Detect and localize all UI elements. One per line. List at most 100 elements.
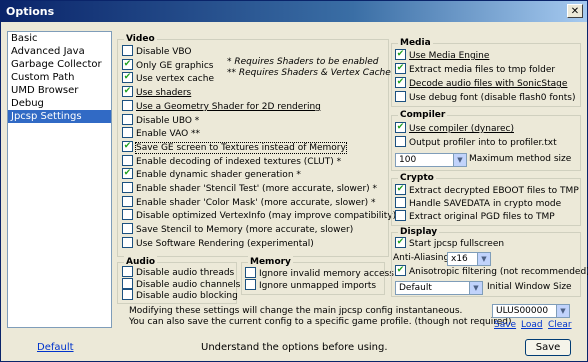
window-size-label: Initial Window Size bbox=[487, 282, 572, 292]
close-button[interactable]: ✕ bbox=[567, 4, 583, 18]
use-a-geometry-shader-for-2d-rendering-option[interactable]: Use a Geometry Shader for 2D rendering bbox=[122, 99, 321, 114]
checkbox[interactable] bbox=[395, 136, 406, 147]
close-icon: ✕ bbox=[570, 6, 580, 17]
checkbox[interactable] bbox=[122, 113, 133, 125]
sidebar-item-custom-path[interactable]: Custom Path bbox=[8, 71, 111, 84]
checkbox[interactable] bbox=[122, 223, 133, 235]
checkbox[interactable] bbox=[122, 209, 133, 221]
option-label: Disable audio channels bbox=[136, 279, 241, 290]
use-media-engine-option[interactable]: ✔ Use Media Engine bbox=[395, 49, 489, 63]
option-label: Disable VBO bbox=[136, 47, 192, 57]
checkbox[interactable]: ✔ bbox=[122, 86, 133, 98]
save-stencil-to-memory-more-accurate-slo-option[interactable]: Save Stencil to Memory (more accurate, s… bbox=[122, 223, 354, 237]
checkbox[interactable] bbox=[122, 127, 133, 139]
option-label: Use shaders bbox=[136, 88, 192, 99]
checkbox[interactable] bbox=[122, 99, 133, 111]
option-label: Extract media files to tmp folder bbox=[409, 65, 556, 75]
enable-dynamic-shader-generation-option[interactable]: ✔ Enable dynamic shader generation * bbox=[122, 168, 301, 182]
checkbox[interactable] bbox=[122, 45, 133, 56]
enable-decoding-of-indexed-textures-clut-option[interactable]: Enable decoding of indexed textures (CLU… bbox=[122, 154, 341, 169]
save-ge-screen-to-textures-instead-of-me-option[interactable]: ✔ Save GE screen to Textures instead of M… bbox=[122, 140, 347, 155]
sidebar-item-umd-browser[interactable]: UMD Browser bbox=[8, 84, 111, 97]
disable-audio-blocking-option[interactable]: Disable audio blocking bbox=[122, 289, 238, 303]
checkbox[interactable] bbox=[395, 210, 406, 221]
config-hint-line-2: You can also save the current config to … bbox=[129, 317, 512, 327]
extract-decrypted-eboot-files-to-tmp-option[interactable]: ✔ Extract decrypted EBOOT files to TMP bbox=[395, 184, 579, 198]
ignore-unmapped-imports-option[interactable]: Ignore unmapped imports bbox=[245, 278, 376, 293]
sidebar-item-basic[interactable]: Basic bbox=[8, 32, 111, 45]
option-label: Enable shader 'Color Mask' (more accurat… bbox=[136, 197, 376, 208]
checkbox[interactable]: ✔ bbox=[395, 77, 406, 88]
max-method-size-label: Maximum method size bbox=[469, 154, 572, 164]
only-ge-graphics-option[interactable]: ✔ Only GE graphics bbox=[122, 58, 213, 73]
extract-original-pgd-files-to-tmp-option[interactable]: Extract original PGD files to TMP bbox=[395, 210, 555, 224]
checkbox[interactable] bbox=[122, 182, 133, 193]
window-size-select[interactable]: Default ▼ bbox=[395, 281, 483, 295]
checkbox[interactable] bbox=[245, 267, 256, 278]
disable-ubo-option[interactable]: Disable UBO * bbox=[122, 113, 199, 128]
chevron-down-icon: ▼ bbox=[556, 305, 569, 317]
checkbox[interactable] bbox=[122, 195, 133, 207]
default-link[interactable]: Default bbox=[37, 342, 74, 353]
disable-optimized-vertexinfo-may-improve-option[interactable]: Disable optimized VertexInfo (may improv… bbox=[122, 209, 396, 223]
checkbox[interactable] bbox=[122, 289, 133, 300]
disable-vbo-option[interactable]: Disable VBO bbox=[122, 45, 192, 59]
checkbox[interactable]: ✔ bbox=[395, 63, 406, 74]
use-debug-font-disable-flash0-fonts-option[interactable]: Use debug font (disable flash0 fonts) bbox=[395, 91, 576, 105]
use-compiler-dynarec-option[interactable]: ✔ Use compiler (dynarec) bbox=[395, 122, 514, 136]
sidebar-item-debug[interactable]: Debug bbox=[8, 97, 111, 110]
profile-save-link[interactable]: Save bbox=[494, 320, 516, 330]
anisotropic-filtering-option[interactable]: ✔ Anisotropic filtering (not recommended) bbox=[395, 265, 588, 279]
checkbox[interactable]: ✔ bbox=[395, 237, 406, 248]
checkbox[interactable]: ✔ bbox=[395, 49, 406, 60]
extract-media-files-to-tmp-folder-option[interactable]: ✔ Extract media files to tmp folder bbox=[395, 63, 556, 77]
checkbox[interactable] bbox=[245, 278, 256, 290]
anti-aliasing-select[interactable]: x16 ▼ bbox=[447, 252, 491, 266]
option-label: Disable audio threads bbox=[136, 268, 235, 278]
option-label: Extract original PGD files to TMP bbox=[409, 212, 555, 222]
checkbox[interactable] bbox=[122, 154, 133, 166]
checkbox[interactable] bbox=[122, 236, 133, 248]
max-method-size-value: 100 bbox=[399, 155, 417, 165]
option-label: Use Software Rendering (experimental) bbox=[136, 238, 314, 249]
max-method-size-select[interactable]: 100 ▼ bbox=[395, 153, 467, 167]
title-bar: Options ✕ bbox=[1, 1, 587, 22]
checkbox[interactable] bbox=[122, 277, 133, 289]
sidebar-item-garbage-collector[interactable]: Garbage Collector bbox=[8, 58, 111, 71]
handle-savedata-in-crypto-mode-option[interactable]: Handle SAVEDATA in crypto mode bbox=[395, 197, 561, 211]
start-fullscreen-option[interactable]: ✔ Start jpcsp fullscreen bbox=[395, 237, 504, 251]
use-shaders-option[interactable]: ✔ Use shaders bbox=[122, 86, 192, 100]
checkbox[interactable] bbox=[122, 266, 133, 277]
checkbox[interactable]: ✔ bbox=[122, 72, 133, 84]
checkbox[interactable]: ✔ bbox=[122, 140, 133, 152]
enable-shader-color-mask-more-accurate-s-option[interactable]: Enable shader 'Color Mask' (more accurat… bbox=[122, 195, 376, 210]
options-category-list[interactable]: Basic Advanced Java Garbage Collector Cu… bbox=[7, 31, 112, 328]
chevron-down-icon: ▼ bbox=[469, 282, 482, 294]
sidebar-item-jpcsp-settings[interactable]: Jpcsp Settings bbox=[8, 110, 111, 123]
output-profiler-into-to-profiler-txt-option[interactable]: Output profiler into to profiler.txt bbox=[395, 136, 557, 150]
option-label: Output profiler into to profiler.txt bbox=[409, 138, 557, 148]
decode-audio-files-with-sonicstage-option[interactable]: ✔ Decode audio files with SonicStage bbox=[395, 77, 567, 91]
option-label: Enable shader 'Stencil Test' (more accur… bbox=[136, 184, 378, 194]
checkbox[interactable] bbox=[395, 91, 406, 102]
vertex-cache-requirement-note: ** Requires Shaders & Vertex Cache bbox=[227, 68, 391, 78]
game-profile-select[interactable]: ULUS00000 ▼ bbox=[492, 304, 570, 318]
checkbox[interactable]: ✔ bbox=[122, 168, 133, 180]
option-label: Enable dynamic shader generation * bbox=[136, 170, 301, 181]
save-button[interactable]: Save bbox=[525, 339, 571, 356]
use-software-rendering-experimental-option[interactable]: Use Software Rendering (experimental) bbox=[122, 236, 314, 251]
use-vertex-cache-option[interactable]: ✔ Use vertex cache bbox=[122, 72, 214, 86]
option-label: Save Stencil to Memory (more accurate, s… bbox=[136, 225, 354, 236]
option-label: Enable VAO ** bbox=[136, 129, 201, 140]
enable-vao-option[interactable]: Enable VAO ** bbox=[122, 127, 201, 141]
checkbox[interactable]: ✔ bbox=[122, 58, 133, 70]
option-label: Extract decrypted EBOOT files to TMP bbox=[409, 186, 579, 196]
checkbox[interactable]: ✔ bbox=[395, 265, 406, 276]
profile-clear-link[interactable]: Clear bbox=[548, 320, 572, 330]
checkbox[interactable]: ✔ bbox=[395, 122, 406, 133]
checkbox[interactable]: ✔ bbox=[395, 184, 406, 195]
profile-load-link[interactable]: Load bbox=[521, 320, 543, 330]
sidebar-item-advanced-java[interactable]: Advanced Java bbox=[8, 45, 111, 58]
checkbox[interactable] bbox=[395, 197, 406, 208]
enable-shader-stencil-test-more-accurate-option[interactable]: Enable shader 'Stencil Test' (more accur… bbox=[122, 182, 378, 196]
